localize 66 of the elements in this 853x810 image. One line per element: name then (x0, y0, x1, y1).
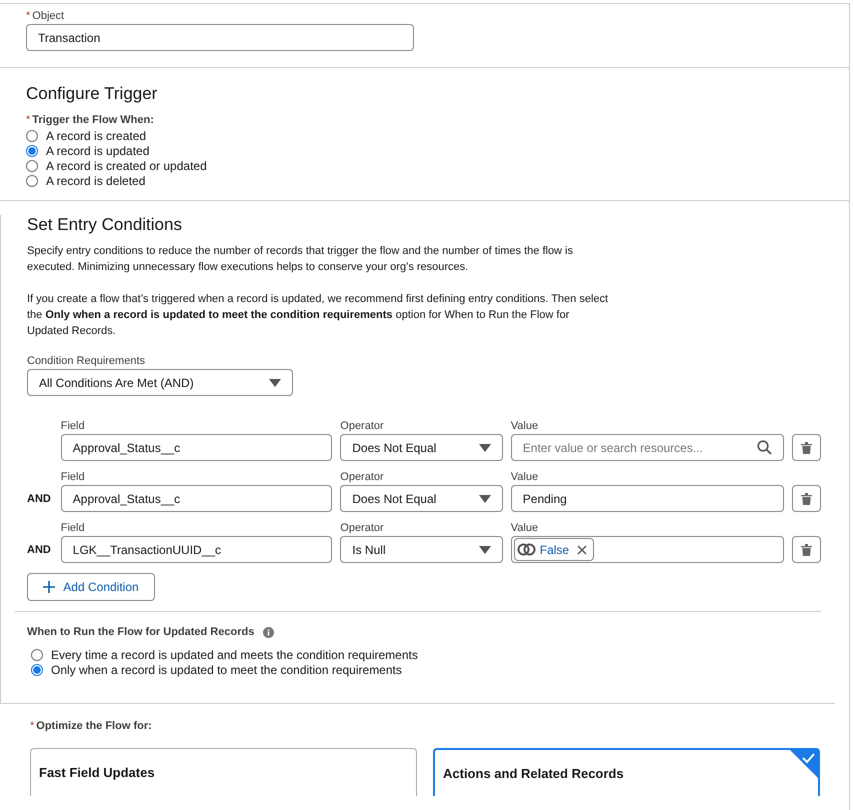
trash-icon (801, 442, 812, 454)
value-field[interactable]: False (510, 536, 784, 563)
connector-label: AND (27, 544, 51, 556)
toggle-icon (516, 543, 536, 556)
caret-icon (478, 546, 491, 554)
field-label: Value (510, 522, 540, 534)
radio-label[interactable]: A record is created (46, 128, 146, 142)
operator-dropdown[interactable]: Does Not Equal (340, 485, 503, 512)
field-label: Optimize the Flow for: (36, 720, 152, 732)
remove-icon[interactable] (577, 544, 588, 554)
caret-icon (478, 494, 491, 502)
radio-label[interactable]: Only when a record is updated to meet the condition requirements (51, 662, 402, 676)
option-card[interactable]: Actions and Related Records (433, 748, 820, 796)
radio-button[interactable] (26, 144, 38, 156)
info-icon[interactable] (263, 626, 274, 638)
search-icon (757, 440, 772, 455)
connector-label: AND (27, 492, 51, 504)
radio-button[interactable] (26, 130, 38, 142)
radio-button[interactable] (31, 648, 43, 660)
radio-label[interactable]: A record is updated (46, 144, 150, 158)
field-input[interactable]: LGK__TransactionUUID__c (60, 536, 332, 563)
radio-button[interactable] (26, 174, 38, 186)
field-label: Operator (340, 420, 385, 432)
operator-dropdown[interactable]: Does Not Equal (340, 434, 503, 461)
delete-button[interactable] (792, 536, 821, 563)
value-field[interactable]: Pending (510, 485, 784, 512)
field-label: Trigger the Flow When: (32, 114, 154, 126)
value-search-field[interactable]: Enter value or search resources... (510, 434, 784, 461)
condition-requirements-dropdown[interactable]: All Conditions Are Met (AND) (27, 369, 293, 396)
section-title: Configure Trigger (26, 84, 158, 104)
option-card[interactable]: Fast Field Updates (30, 748, 417, 796)
required-mark: * (30, 720, 34, 732)
required-mark: * (26, 10, 30, 22)
field-label: Object (32, 10, 64, 22)
radio-label[interactable]: Every time a record is updated and meets the condition requirements (51, 648, 418, 662)
radio-button[interactable] (31, 664, 43, 676)
field-label: Field (60, 420, 86, 432)
field-input[interactable]: Approval_Status__c (60, 485, 332, 512)
delete-button[interactable] (792, 485, 821, 512)
field-label: Value (510, 420, 540, 432)
radio-button[interactable] (26, 160, 38, 172)
caret-icon (478, 444, 491, 452)
field-label: Operator (340, 471, 385, 483)
plus-icon (43, 581, 56, 593)
field-input[interactable]: Approval_Status__c (60, 434, 332, 461)
field-label: Condition Requirements (27, 355, 146, 367)
field-label: Value (510, 471, 540, 483)
add-condition-button[interactable]: Add Condition (27, 573, 155, 601)
radio-label[interactable]: A record is deleted (46, 174, 146, 188)
caret-icon (269, 378, 281, 386)
description-text: If you create a flow that’s triggered when a record is updated, we recommend first defining entry conditions. Then select the Only when a record is updated to meet the condition requirements option for When to Run the Flow for Updated Records. (27, 292, 610, 339)
field-label: When to Run the Flow for Updated Records (27, 626, 254, 638)
value-pill[interactable]: False (514, 538, 594, 561)
radio-label[interactable]: A record is created or updated (46, 158, 207, 172)
required-mark: * (26, 114, 30, 126)
field-label: Operator (340, 522, 385, 534)
checkmark-icon (790, 750, 818, 778)
trash-icon (801, 492, 812, 504)
trash-icon (801, 544, 812, 556)
section-title: Set Entry Conditions (27, 215, 183, 235)
description-text: Specify entry conditions to reduce the number of records that trigger the flow and the number of times the flow is executed. Minimizing unnecessary flow executions helps to conserve your org’s resources. (27, 244, 574, 275)
field-label: Field (60, 471, 86, 483)
object-field[interactable]: Transaction (26, 24, 414, 51)
delete-button[interactable] (792, 434, 821, 461)
field-label: Field (60, 522, 86, 534)
operator-dropdown[interactable]: Is Null (340, 536, 503, 563)
